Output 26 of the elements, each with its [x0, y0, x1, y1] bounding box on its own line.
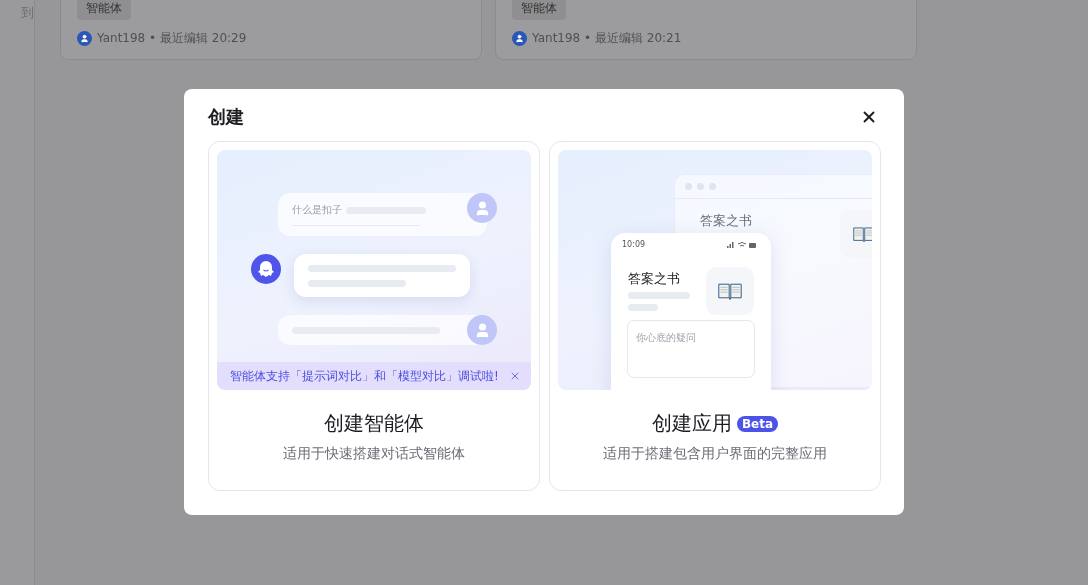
option-card[interactable]: 答案之书 10:09 答案之书 你心底的疑问 创建应用 Beta 适用于搭建包含用户界面的完整应用: [549, 141, 881, 491]
status-icons: [727, 242, 757, 248]
project-card[interactable]: 智能体 Yant198 • 最近编辑 20:29: [60, 0, 482, 60]
card-meta: Yant198 • 最近编辑 20:29: [97, 30, 247, 47]
window-title: 答案之书: [700, 213, 752, 230]
option-title: 创建应用: [651, 410, 732, 437]
phone-time: 10:09: [622, 240, 646, 249]
avatar-icon: [512, 31, 527, 46]
option-description: 适用于快速搭建对话式智能体: [283, 445, 465, 463]
close-icon[interactable]: [509, 370, 521, 382]
option-description: 适用于搭建包含用户界面的完整应用: [603, 445, 827, 463]
tag: 智能体: [512, 0, 566, 20]
banner-text: 智能体支持「提示词对比」和「模型对比」调试啦!: [230, 367, 499, 385]
option-title: 创建智能体: [324, 410, 424, 437]
option-card[interactable]: 什么是扣子 智能体支持「提示词对比」和「模型对比」调试啦! 创建智能体 适用于快速搭建对话式智能体: [208, 141, 540, 491]
avatar-icon: [77, 31, 92, 46]
question-input-field: 你心底的疑问: [627, 320, 755, 378]
beta-badge: Beta: [736, 415, 779, 432]
card-meta: Yant198 • 最近编辑 20:21: [532, 30, 682, 47]
tag: 智能体: [77, 0, 131, 20]
question-text: 什么是扣子: [292, 203, 342, 217]
project-card[interactable]: 智能体 Yant198 • 最近编辑 20:21: [495, 0, 917, 60]
app-title: 答案之书: [628, 270, 680, 288]
book-icon: [718, 281, 742, 301]
book-icon: [853, 225, 872, 243]
dialog-title: 创建: [208, 105, 244, 129]
